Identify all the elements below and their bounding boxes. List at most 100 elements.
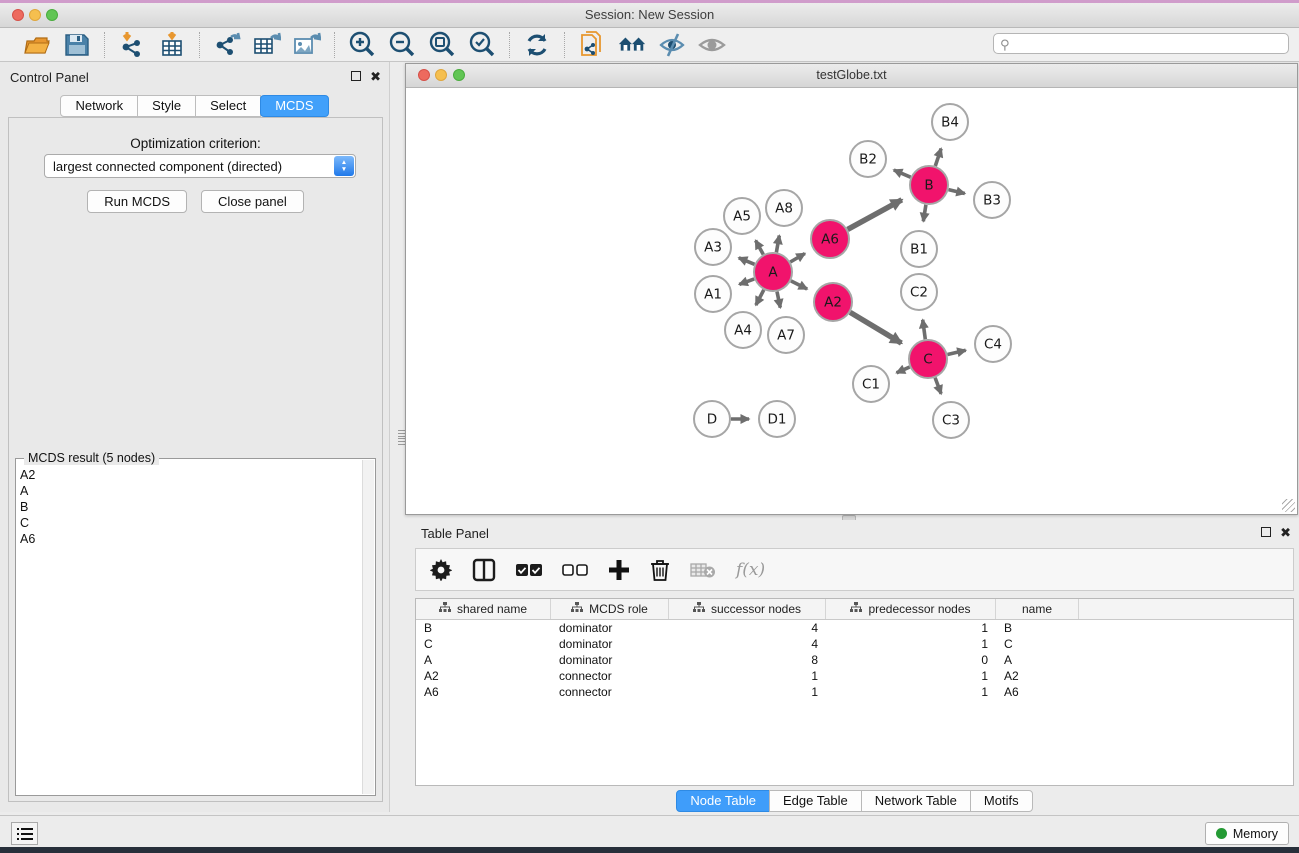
zoom-selected-icon[interactable] [467, 31, 497, 59]
cell-predecessor-nodes[interactable]: 0 [826, 652, 996, 668]
cell-MCDS-role[interactable]: connector [551, 668, 669, 684]
cell-successor-nodes[interactable]: 1 [669, 668, 826, 684]
cell-predecessor-nodes[interactable]: 1 [826, 636, 996, 652]
net-close-traffic-light[interactable] [418, 69, 430, 81]
cell-MCDS-role[interactable]: dominator [551, 636, 669, 652]
table-close-panel-icon[interactable]: ✖ [1280, 526, 1291, 539]
network-graph-canvas[interactable]: B4 B2 B B3 A5 A8 A6 A3 B1 A A1 C2 A2 A4 … [406, 89, 1297, 514]
tab-node-table[interactable]: Node Table [676, 790, 770, 812]
net-zoom-traffic-light[interactable] [453, 69, 465, 81]
zoom-in-icon[interactable] [347, 31, 377, 59]
edge-B-B1[interactable] [923, 205, 926, 222]
tab-network[interactable]: Network [60, 95, 138, 117]
net-minimize-traffic-light[interactable] [435, 69, 447, 81]
table-row[interactable]: A2connector11A2 [416, 668, 1293, 684]
edge-A-A4[interactable] [756, 290, 764, 305]
cell-shared-name[interactable]: B [416, 620, 551, 636]
cell-MCDS-role[interactable]: connector [551, 684, 669, 700]
edge-A6-B[interactable] [848, 200, 902, 230]
result-item[interactable]: A2 [20, 467, 35, 483]
tab-mcds[interactable]: MCDS [260, 95, 328, 117]
result-item[interactable]: A6 [20, 531, 35, 547]
open-session-icon[interactable] [22, 31, 52, 59]
cell-name[interactable]: A6 [996, 684, 1079, 700]
edge-A-A7[interactable] [777, 292, 780, 308]
network-view-window[interactable]: testGlobe.txt B4 B2 B B3 A5 A8 A6 A3 B1 … [405, 63, 1298, 515]
zoom-fit-icon[interactable] [427, 31, 457, 59]
cell-successor-nodes[interactable]: 4 [669, 620, 826, 636]
minimize-traffic-light[interactable] [29, 9, 41, 21]
table-float-panel-icon[interactable] [1261, 527, 1271, 537]
node-A7[interactable]: A7 [768, 317, 804, 353]
cell-name[interactable]: A [996, 652, 1079, 668]
node-B[interactable]: B [910, 166, 948, 204]
column-view-icon[interactable] [472, 558, 496, 582]
mcds-result-list[interactable]: A2ABCA6 [20, 467, 35, 547]
tab-edge-table[interactable]: Edge Table [769, 790, 862, 812]
export-table-icon[interactable] [252, 31, 282, 59]
run-mcds-button[interactable]: Run MCDS [87, 190, 187, 213]
tab-motifs[interactable]: Motifs [970, 790, 1033, 812]
node-C2[interactable]: C2 [901, 274, 937, 310]
column-header-predecessor-nodes[interactable]: predecessor nodes [826, 599, 996, 619]
result-item[interactable]: A [20, 483, 35, 499]
node-D[interactable]: D [694, 401, 730, 437]
gear-icon[interactable] [430, 559, 452, 581]
node-B4[interactable]: B4 [932, 104, 968, 140]
cell-predecessor-nodes[interactable]: 1 [826, 668, 996, 684]
zoom-out-icon[interactable] [387, 31, 417, 59]
node-B2[interactable]: B2 [850, 141, 886, 177]
cell-shared-name[interactable]: C [416, 636, 551, 652]
edge-C-C1[interactable] [897, 367, 910, 373]
import-table-icon[interactable] [157, 31, 187, 59]
export-network-icon[interactable] [212, 31, 242, 59]
memory-button[interactable]: Memory [1205, 822, 1289, 845]
tab-style[interactable]: Style [137, 95, 196, 117]
node-A[interactable]: A [754, 253, 792, 291]
file-network-icon[interactable] [577, 31, 607, 59]
search-input[interactable] [993, 33, 1289, 54]
close-panel-icon[interactable]: ✖ [370, 70, 381, 83]
node-C4[interactable]: C4 [975, 326, 1011, 362]
cell-successor-nodes[interactable]: 4 [669, 636, 826, 652]
table-row[interactable]: Bdominator41B [416, 620, 1293, 636]
column-header-name[interactable]: name [996, 599, 1079, 619]
cell-name[interactable]: C [996, 636, 1079, 652]
close-traffic-light[interactable] [12, 9, 24, 21]
edge-A-A6[interactable] [790, 254, 805, 263]
node-B3[interactable]: B3 [974, 182, 1010, 218]
close-panel-button[interactable]: Close panel [201, 190, 304, 213]
node-A3[interactable]: A3 [695, 229, 731, 265]
export-image-icon[interactable] [292, 31, 322, 59]
cell-successor-nodes[interactable]: 8 [669, 652, 826, 668]
tab-network-table[interactable]: Network Table [861, 790, 971, 812]
node-A4[interactable]: A4 [725, 312, 761, 348]
cell-predecessor-nodes[interactable]: 1 [826, 684, 996, 700]
edge-A-A1[interactable] [739, 279, 754, 285]
result-item[interactable]: B [20, 499, 35, 515]
hide-details-icon[interactable] [657, 31, 687, 59]
zoom-traffic-light[interactable] [46, 9, 58, 21]
criterion-dropdown[interactable]: largest connected component (directed) ▲… [44, 154, 356, 178]
result-scrollbar[interactable] [362, 460, 374, 794]
edge-C-C4[interactable] [948, 350, 966, 354]
window-resize-grip[interactable] [1282, 499, 1295, 512]
cell-predecessor-nodes[interactable]: 1 [826, 620, 996, 636]
node-D1[interactable]: D1 [759, 401, 795, 437]
table-row[interactable]: Cdominator41C [416, 636, 1293, 652]
network-window-titlebar[interactable]: testGlobe.txt [406, 64, 1297, 88]
edge-A-A5[interactable] [756, 241, 764, 255]
cell-name[interactable]: B [996, 620, 1079, 636]
cell-shared-name[interactable]: A6 [416, 684, 551, 700]
checked-boxes-icon[interactable] [516, 563, 542, 577]
cell-successor-nodes[interactable]: 1 [669, 684, 826, 700]
node-C3[interactable]: C3 [933, 402, 969, 438]
task-history-button[interactable] [11, 822, 38, 845]
edge-C-C3[interactable] [935, 378, 941, 394]
table-row[interactable]: Adominator80A [416, 652, 1293, 668]
node-table[interactable]: shared nameMCDS rolesuccessor nodesprede… [415, 598, 1294, 786]
plus-icon[interactable] [608, 559, 630, 581]
houses-icon[interactable] [617, 31, 647, 59]
node-A5[interactable]: A5 [724, 198, 760, 234]
import-network-icon[interactable] [117, 31, 147, 59]
